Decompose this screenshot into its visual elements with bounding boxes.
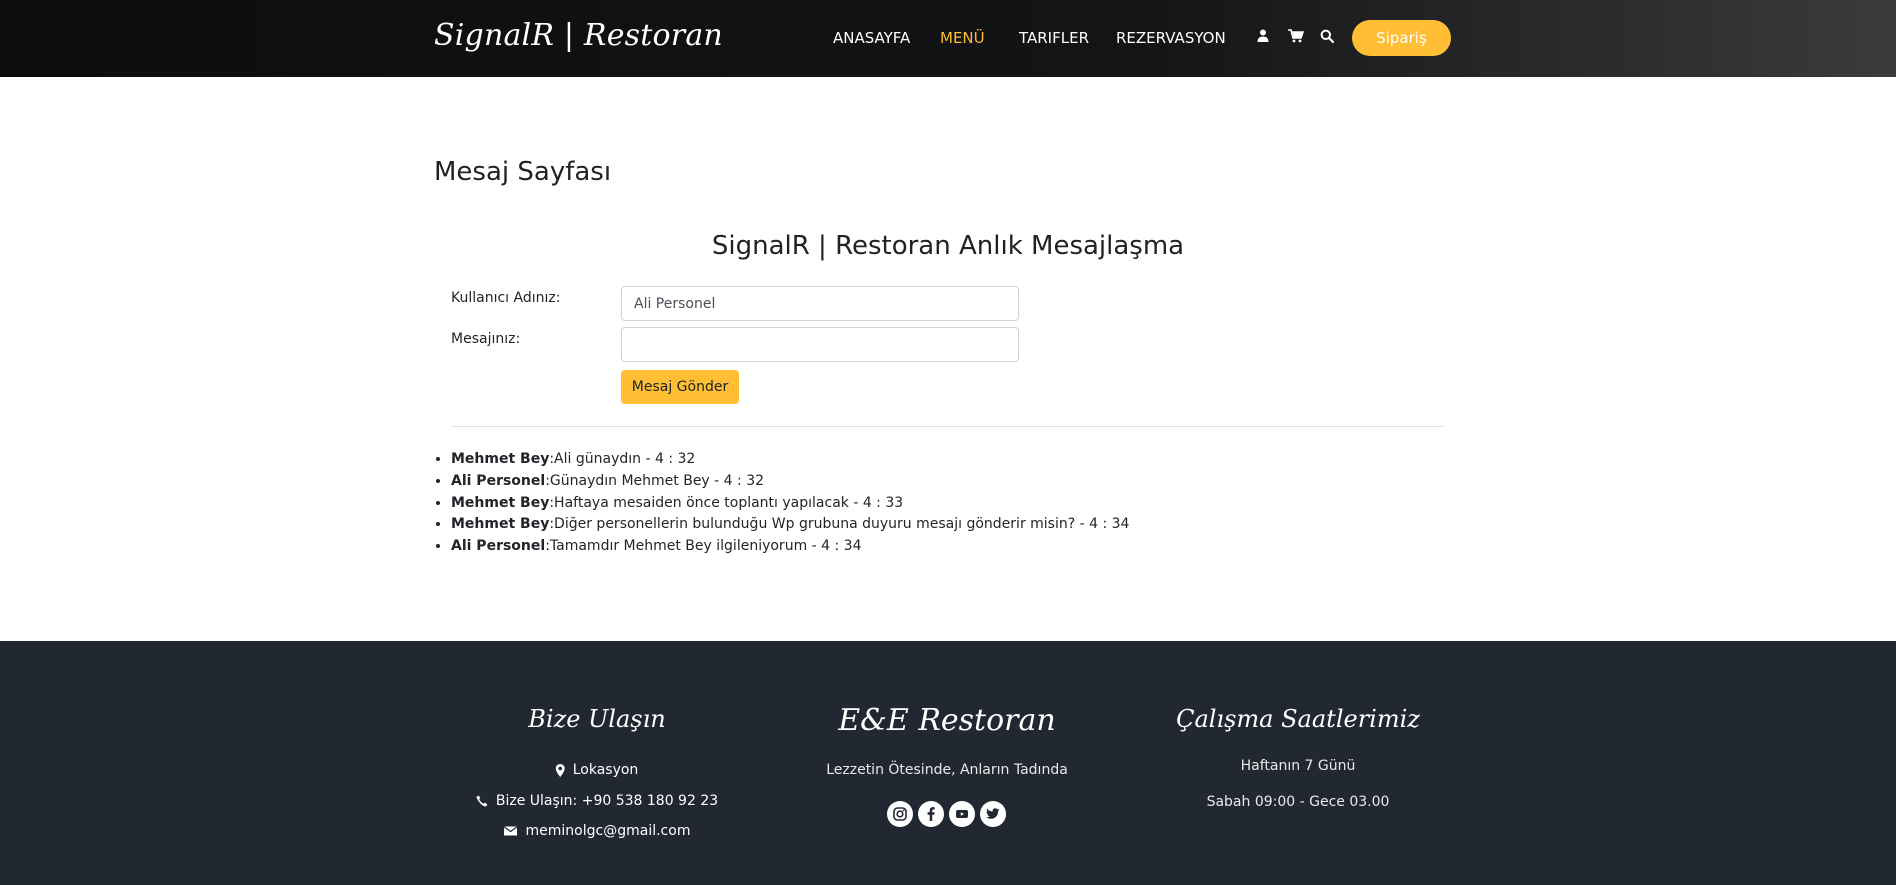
list-item: Ali Personel:Tamamdır Mehmet Bey ilgilen… (451, 536, 1129, 558)
message-text: :Haftaya mesaiden önce toplantı yapılaca… (549, 494, 904, 511)
username-label: Kullanıcı Adınız: (451, 290, 561, 306)
phone-text: Bize Ulaşın: +90 538 180 92 23 (495, 793, 719, 809)
social-links (887, 801, 1006, 827)
restaurant-title: E&E Restoran (838, 703, 1056, 738)
twitter-icon[interactable] (980, 801, 1006, 827)
email-icon (503, 826, 518, 836)
list-item: Ali Personel:Günaydın Mehmet Bey - 4 : 3… (451, 471, 1129, 493)
location-link[interactable]: Lokasyon (555, 762, 639, 778)
user-icon[interactable] (1257, 28, 1273, 46)
youtube-icon[interactable] (949, 801, 975, 827)
send-message-button[interactable]: Mesaj Gönder (621, 370, 739, 404)
divider (451, 426, 1444, 427)
message-text: :Tamamdır Mehmet Bey ilgileniyorum - 4 :… (545, 538, 862, 555)
contact-title: Bize Ulaşın (528, 705, 666, 733)
message-user: Ali Personel (451, 472, 546, 489)
phone-icon (476, 795, 488, 807)
hours-days: Haftanın 7 Günü (1240, 758, 1356, 774)
message-user: Mehmet Bey (451, 451, 550, 467)
nav-item-anasayfa[interactable]: ANASAYFA (833, 29, 910, 47)
facebook-icon[interactable] (918, 801, 944, 827)
location-icon (555, 763, 565, 777)
message-text: :Ali günaydın - 4 : 32 (549, 451, 696, 467)
message-text: :Günaydın Mehmet Bey - 4 : 32 (545, 472, 765, 489)
list-item: Mehmet Bey:Ali günaydın - 4 : 32 (451, 449, 1129, 471)
username-input[interactable] (621, 286, 1019, 321)
message-user: Mehmet Bey (451, 494, 550, 511)
nav-item-menu[interactable]: MENÜ (940, 29, 985, 47)
list-item: Mehmet Bey:Diğer personellerin bulunduğu… (451, 514, 1129, 536)
message-label: Mesajınız: (451, 331, 521, 347)
search-icon[interactable] (1320, 28, 1336, 46)
chat-title: SignalR | Restoran Anlık Mesajlaşma (711, 231, 1185, 261)
slogan: Lezzetin Ötesinde, Anların Tadında (826, 762, 1068, 778)
email-link[interactable]: meminolgc@gmail.com (503, 823, 691, 839)
email-text: meminolgc@gmail.com (525, 823, 691, 839)
cart-icon[interactable] (1288, 28, 1305, 46)
message-input[interactable] (621, 327, 1019, 362)
message-user: Mehmet Bey (451, 516, 550, 533)
nav-item-tarifler[interactable]: TARIFLER (1019, 29, 1089, 47)
message-user: Ali Personel (451, 538, 546, 555)
message-text: :Diğer personellerin bulunduğu Wp grubun… (549, 516, 1130, 533)
message-list: Mehmet Bey:Ali günaydın - 4 : 32 Ali Per… (451, 449, 1129, 558)
brand-logo[interactable]: SignalR | Restoran (434, 18, 723, 53)
hours-time: Sabah 09:00 - Gece 03.00 (1206, 794, 1390, 810)
location-text: Lokasyon (572, 762, 639, 778)
list-item: Mehmet Bey:Haftaya mesaiden önce toplant… (451, 493, 1129, 515)
hours-title: Çalışma Saatlerimiz (1176, 705, 1420, 733)
site-header: SignalR | Restoran ANASAYFA MENÜ TARIFLE… (0, 0, 1896, 77)
nav-item-rezervasyon[interactable]: REZERVASYON (1116, 29, 1226, 47)
page-title: Mesaj Sayfası (434, 157, 612, 187)
phone-link[interactable]: Bize Ulaşın: +90 538 180 92 23 (476, 793, 718, 809)
order-button[interactable]: Sipariş (1352, 20, 1451, 56)
instagram-icon[interactable] (887, 801, 913, 827)
